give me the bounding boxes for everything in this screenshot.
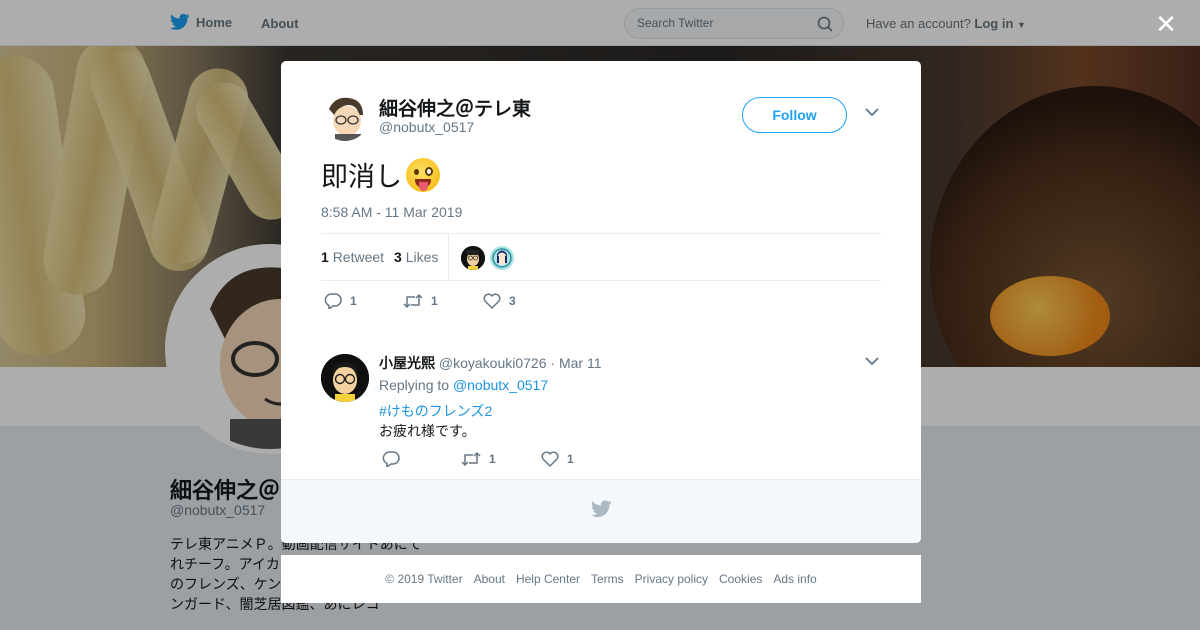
reply-date[interactable]: · Mar 11 [550, 355, 601, 371]
reply-author-avatar[interactable] [321, 354, 369, 402]
reply-icon [324, 293, 342, 309]
tweet-text: 即消し [321, 155, 440, 194]
winking-tongue-emoji-icon [406, 157, 440, 192]
author-name[interactable]: 細谷伸之＠テレ東 [379, 94, 531, 121]
stats-divider [448, 234, 449, 280]
heart-icon [541, 451, 559, 467]
tweet-modal: 細谷伸之＠テレ東 @nobutx_0517 Follow 即消し 8:58 AM… [281, 61, 921, 543]
like-action[interactable]: 3 [483, 293, 516, 309]
liker-avatar[interactable] [490, 246, 514, 270]
reply-like-count: 1 [567, 452, 574, 466]
retweet-icon [403, 294, 423, 308]
footer-link-terms[interactable]: Terms [591, 572, 624, 586]
page-footer: © 2019 Twitter About Help Center Terms P… [281, 555, 921, 603]
author-handle[interactable]: @nobutx_0517 [379, 119, 474, 135]
footer-link-cookies[interactable]: Cookies [719, 572, 762, 586]
footer-copyright: © 2019 Twitter [385, 572, 463, 586]
author-avatar[interactable] [321, 93, 369, 141]
footer-link-privacy-policy[interactable]: Privacy policy [635, 572, 708, 586]
reply-reply-action[interactable] [382, 451, 408, 467]
retweet-action[interactable]: 1 [403, 293, 438, 309]
retweet-count: 1 [431, 294, 438, 308]
reply-like-action[interactable]: 1 [541, 451, 574, 467]
reply-author-handle[interactable]: @koyakouki0726 [439, 355, 547, 371]
reply-header: 小屋光熙 @koyakouki0726 · Mar 11 [379, 353, 602, 373]
liker-avatar[interactable] [461, 246, 485, 270]
tweet-actions: 1 1 3 [321, 293, 881, 313]
retweet-icon [461, 452, 481, 466]
tweet-timestamp[interactable]: 8:58 AM - 11 Mar 2019 [321, 204, 462, 220]
retweet-stat-label: Retweet [332, 249, 385, 265]
replying-to: Replying to @nobutx_0517 [379, 377, 548, 393]
heart-icon [483, 293, 501, 309]
chevron-down-icon[interactable] [865, 107, 879, 117]
reply-text: お疲れ様です。 [379, 423, 476, 439]
footer-link-help-center[interactable]: Help Center [516, 572, 580, 586]
follow-button[interactable]: Follow [742, 97, 847, 133]
reply-author-name[interactable]: 小屋光熙 [379, 355, 435, 371]
replying-to-prefix: Replying to [379, 377, 450, 393]
reply-actions: 1 1 [379, 451, 679, 471]
like-count: 3 [509, 294, 516, 308]
reply-action[interactable]: 1 [324, 293, 357, 309]
retweet-stat-count: 1 [321, 249, 329, 265]
twitter-bird-icon [591, 500, 612, 518]
likes-stat-label: Likes [405, 249, 439, 265]
tweet-stats: 1 Retweet 3 Likes [321, 233, 881, 281]
footer-link-about[interactable]: About [474, 572, 505, 586]
reply-icon [382, 451, 400, 467]
chevron-down-icon[interactable] [865, 356, 879, 366]
close-icon[interactable]: ✕ [1154, 11, 1178, 37]
modal-footer [281, 479, 921, 543]
likes-stat-count: 3 [394, 249, 402, 265]
reply-hashtag[interactable]: #けものフレンズ2 [379, 401, 492, 421]
reply-retweet-action[interactable]: 1 [461, 451, 496, 467]
retweet-stat[interactable]: 1 Retweet [321, 249, 384, 265]
footer-link-ads-info[interactable]: Ads info [773, 572, 816, 586]
tweet-text-content: 即消し [321, 162, 402, 192]
reply-retweet-count: 1 [489, 452, 496, 466]
reply-count: 1 [350, 294, 357, 308]
replying-to-link[interactable]: @nobutx_0517 [453, 377, 548, 393]
likes-stat[interactable]: 3 Likes [394, 249, 438, 265]
